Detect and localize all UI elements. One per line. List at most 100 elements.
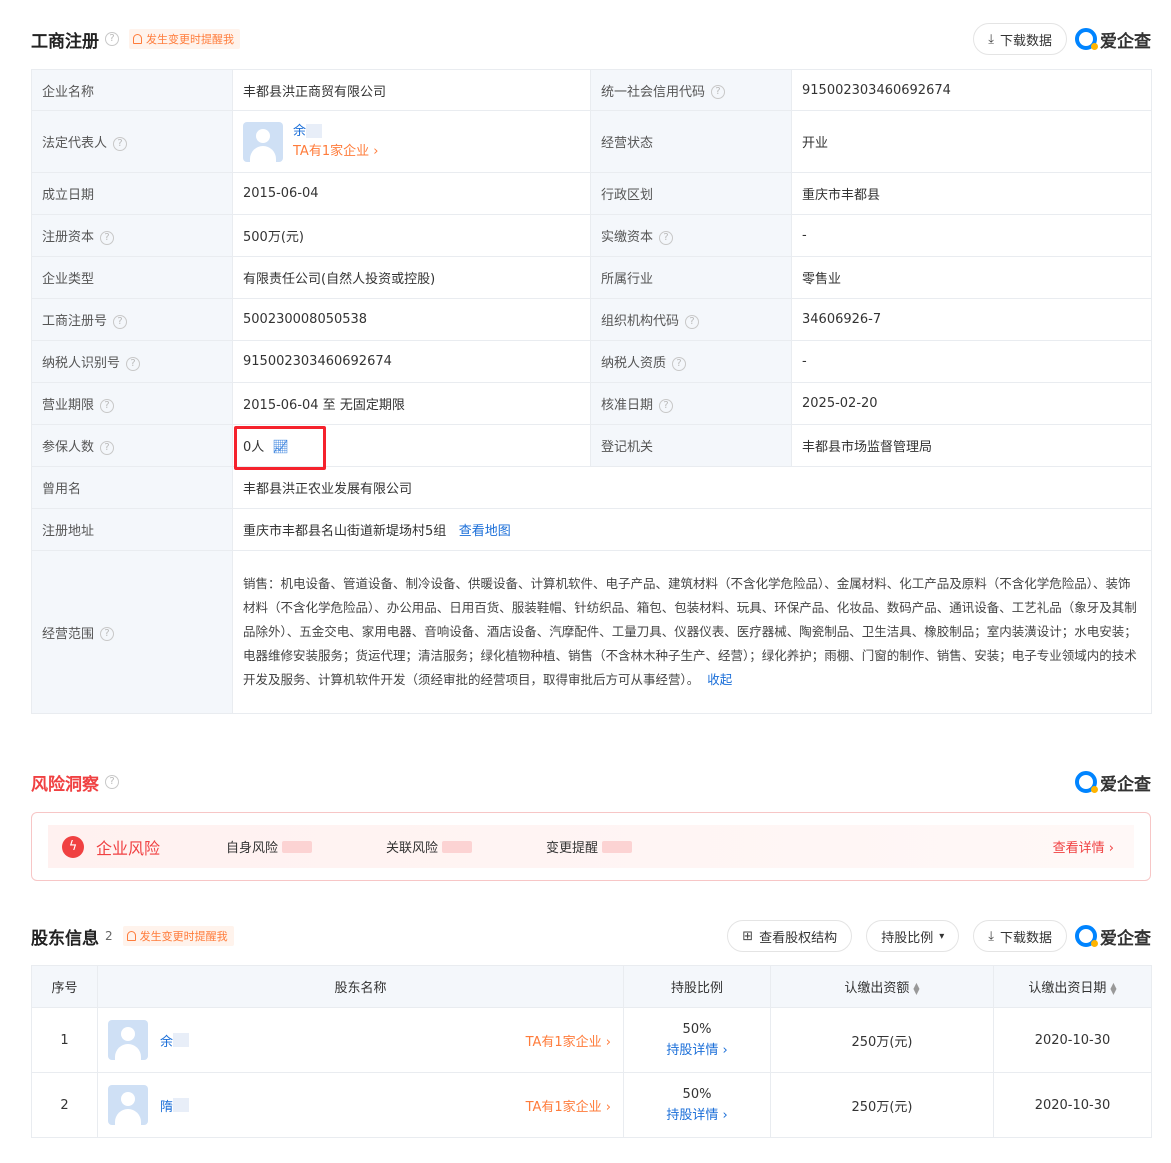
help-icon[interactable]: ? <box>711 85 726 99</box>
logo-icon <box>1075 28 1098 50</box>
shareholder-company-link[interactable]: TA有1家企业 › <box>526 1096 611 1115</box>
reg-no-value: 500230008050538 <box>232 298 591 341</box>
row-no: 1 <box>31 1007 98 1073</box>
name-mask <box>306 124 323 138</box>
risk-count-mask <box>602 840 633 853</box>
legal-rep-company-link[interactable]: TA有1家企业 › <box>293 142 378 162</box>
col-amount[interactable]: 认缴出资额 ▲ ▼ <box>770 965 994 1008</box>
related-risk[interactable]: 关联风险 <box>386 837 546 856</box>
help-icon[interactable]: ? <box>100 398 115 413</box>
risk-bar[interactable]: ϟ 企业风险 自身风险 关联风险 变更提醒 查看详情 › <box>48 825 1134 868</box>
type-value: 有限责任公司(自然人投资或控股) <box>232 256 591 299</box>
change-remind-button[interactable]: 发生变更时提醒我 <box>122 926 234 946</box>
shareholder-name[interactable]: 余 <box>160 1031 173 1050</box>
avatar[interactable] <box>243 121 283 162</box>
help-icon[interactable]: ? <box>105 775 119 789</box>
help-icon[interactable]: ? <box>100 440 115 455</box>
help-icon[interactable]: ? <box>113 314 128 329</box>
holding-detail-link[interactable]: 持股详情 › <box>624 1040 770 1061</box>
risk-count-mask <box>442 840 473 853</box>
help-icon[interactable]: ? <box>659 230 674 245</box>
risk-count-mask <box>282 840 313 853</box>
org-code-key: 组织机构代码? <box>590 298 792 341</box>
paid-cap-value: - <box>791 214 1152 257</box>
chevron-down-icon: ▾ <box>939 930 945 942</box>
reg-cap-value: 500万(元) <box>232 214 591 257</box>
row-ratio: 50% 持股详情 › <box>623 1072 771 1138</box>
help-icon[interactable]: ? <box>105 32 119 46</box>
aiqicha-logo: 爱企查 <box>1075 770 1151 795</box>
view-map-link[interactable]: 查看地图 <box>459 524 511 539</box>
table-row: 经营范围? 销售：机电设备、管道设备、制冷设备、供暖设备、计算机软件、电子产品、… <box>31 550 1152 714</box>
logo-text: 爱企查 <box>1100 928 1151 949</box>
former-value: 丰都县洪正农业发展有限公司 <box>232 466 1152 509</box>
legal-rep-label: 法定代表人 <box>42 136 108 151</box>
tax-id-value: 915002303460692674 <box>232 340 591 383</box>
address-text: 重庆市丰都县名山街道新堤场村5组 <box>243 524 447 539</box>
found-key: 成立日期 <box>31 172 233 215</box>
risk-icon: ϟ <box>62 835 84 858</box>
tax-q-label: 纳税人资质 <box>601 356 667 371</box>
self-risk[interactable]: 自身风险 <box>226 837 386 856</box>
view-details-link[interactable]: 查看详情 › <box>1053 837 1114 856</box>
approve-key: 核准日期? <box>590 382 792 425</box>
download-label: 下载数据 <box>999 930 1052 946</box>
logo-icon <box>1075 771 1098 793</box>
col-amount-label: 认缴出资额 <box>844 981 910 996</box>
org-code-label: 组织机构代码 <box>601 314 680 329</box>
holding-detail-link[interactable]: 持股详情 › <box>624 1105 770 1126</box>
help-icon[interactable]: ? <box>685 314 700 329</box>
help-icon[interactable]: ? <box>100 627 115 641</box>
sort-icon[interactable]: ▲ ▼ <box>913 981 919 995</box>
related-risk-label: 关联风险 <box>386 841 439 856</box>
region-value: 重庆市丰都县 <box>791 172 1152 215</box>
help-icon[interactable]: ? <box>672 356 687 371</box>
shareholder-name[interactable]: 隋 <box>160 1096 173 1115</box>
table-row: 参保人数? 0人 📈︎ 登记机关 丰都县市场监督管理局 <box>31 424 1152 467</box>
col-no: 序号 <box>31 965 98 1008</box>
help-icon[interactable]: ? <box>126 356 141 371</box>
reg-no-label: 工商注册号 <box>42 314 108 329</box>
remind-label: 发生变更时提醒我 <box>139 930 228 943</box>
change-alert[interactable]: 变更提醒 <box>546 837 706 856</box>
term-key: 营业期限? <box>31 382 233 425</box>
insured-label: 参保人数 <box>42 440 95 455</box>
name-mask <box>173 1033 190 1047</box>
sh-count: 2 <box>105 929 113 943</box>
tax-id-label: 纳税人识别号 <box>42 356 121 371</box>
table-row: 工商注册号? 500230008050538 组织机构代码? 34606926-… <box>31 298 1152 341</box>
approve-label: 核准日期 <box>601 398 654 413</box>
download-button[interactable]: ⤓ 下载数据 <box>973 920 1067 952</box>
help-icon[interactable]: ? <box>100 230 115 245</box>
avatar[interactable] <box>108 1020 148 1060</box>
sort-icon[interactable]: ▲ ▼ <box>1110 981 1116 995</box>
collapse-link[interactable]: 收起 <box>707 672 732 687</box>
col-date[interactable]: 认缴出资日期 ▲ ▼ <box>993 965 1152 1008</box>
industry-value: 零售业 <box>791 256 1152 299</box>
avatar[interactable] <box>108 1085 148 1125</box>
tax-id-key: 纳税人识别号? <box>31 340 233 383</box>
shareholder-company-link[interactable]: TA有1家企业 › <box>526 1031 611 1050</box>
ratio-dropdown[interactable]: 持股比例 ▾ <box>866 920 960 952</box>
company-name-key: 企业名称 <box>31 69 233 111</box>
change-remind-button[interactable]: 发生变更时提醒我 <box>129 29 240 49</box>
tax-q-key: 纳税人资质? <box>590 340 792 383</box>
authority-value: 丰都县市场监督管理局 <box>791 424 1152 467</box>
scope-label: 经营范围 <box>42 626 95 642</box>
scope-text: 销售：机电设备、管道设备、制冷设备、供暖设备、计算机软件、电子产品、建筑材料（不… <box>243 576 1137 687</box>
change-alert-label: 变更提醒 <box>546 841 599 856</box>
former-key: 曾用名 <box>31 466 233 509</box>
bell-icon <box>126 931 136 941</box>
download-button[interactable]: ⤓ 下载数据 <box>973 23 1067 55</box>
table-row: 企业名称 丰都县洪正商贸有限公司 统一社会信用代码? 9150023034606… <box>31 69 1152 111</box>
sh-header: 股东信息 2 发生变更时提醒我 ⊞ 查看股权结构 持股比例 ▾ ⤓ 下载数据 爱企查 <box>31 918 1151 954</box>
scope-value: 销售：机电设备、管道设备、制冷设备、供暖设备、计算机软件、电子产品、建筑材料（不… <box>232 550 1152 714</box>
ratio-value: 50% <box>682 1087 712 1102</box>
row-ratio: 50% 持股详情 › <box>623 1007 771 1073</box>
legal-rep-name[interactable]: 余 <box>293 124 306 139</box>
help-icon[interactable]: ? <box>659 398 674 413</box>
table-row: 法定代表人? 余 TA有1家企业 › 经营状态 开业 <box>31 110 1152 173</box>
help-icon[interactable]: ? <box>113 136 128 151</box>
equity-structure-button[interactable]: ⊞ 查看股权结构 <box>727 920 853 952</box>
ratio-dropdown-label: 持股比例 <box>881 930 934 946</box>
